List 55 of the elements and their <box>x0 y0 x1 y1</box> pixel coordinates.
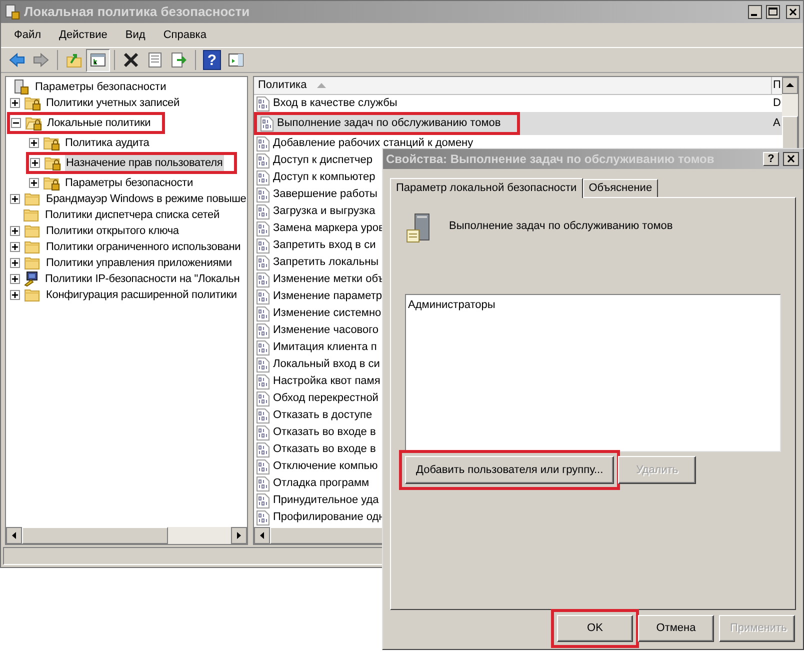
policy-name[interactable]: Обход перекрестной <box>273 390 378 407</box>
policy-title: Выполнение задач по обслуживанию томов <box>449 219 673 234</box>
dialog-button[interactable]: OK <box>557 615 633 642</box>
tree-item[interactable]: Политики открытого ключа <box>45 222 180 240</box>
policy-name[interactable]: Добавление рабочих станций к домену <box>273 135 474 152</box>
policy-name[interactable]: Доступ к компьютер <box>273 169 376 186</box>
help-button[interactable]: ? <box>203 50 221 70</box>
menu-item[interactable]: Справка <box>154 26 216 44</box>
selected-row-highlight[interactable]: Выполнение задач по обслуживанию томов A <box>254 112 782 135</box>
tree-item[interactable]: Политики диспетчера списка сетей <box>44 206 220 224</box>
policy-name[interactable]: Доступ к диспетчер <box>273 152 373 169</box>
dialog-button[interactable]: Отмена <box>638 615 714 642</box>
tree-item[interactable]: Параметры безопасности <box>64 174 194 192</box>
tree-item[interactable]: Брандмауэр Windows в режиме повыше <box>45 190 248 208</box>
dialog-tab[interactable]: Параметр локальной безопасности <box>390 178 583 198</box>
menu-item[interactable]: Файл <box>5 26 50 44</box>
policy-name[interactable]: Принудительное уда <box>273 492 379 509</box>
tree-item[interactable]: Политики учетных записей <box>45 94 181 112</box>
column-header[interactable]: Политика <box>254 77 772 95</box>
policy-name[interactable]: Отказать в доступе <box>273 407 372 424</box>
policy-name[interactable]: Изменение параметр <box>273 288 382 305</box>
tree-item[interactable]: Политики ограниченного использовани <box>45 238 242 256</box>
policy-name[interactable]: Отказать во входе в <box>273 424 376 441</box>
tree-item[interactable]: Локальные политики <box>46 114 152 132</box>
policy-name[interactable]: Отказать во входе в <box>273 441 376 458</box>
policy-name[interactable]: Отладка программ <box>273 475 370 492</box>
policy-name[interactable]: Выполнение задач по обслуживанию томов <box>277 115 501 132</box>
menu-item[interactable]: Вид <box>116 26 154 44</box>
help-button[interactable]: ? <box>763 152 779 166</box>
policy-name[interactable]: Запретить вход в си <box>273 237 376 254</box>
tree-item[interactable]: Политики IP-безопасности на "Локальн <box>44 270 241 288</box>
policy-name[interactable]: Имитация клиента п <box>273 339 377 356</box>
column-header[interactable]: П <box>772 77 782 95</box>
policy-name[interactable]: Настройка квот памя <box>273 373 380 390</box>
policy-name[interactable]: Завершение работы <box>273 186 378 203</box>
table-cell-text: A <box>772 116 782 132</box>
tree-item[interactable]: Конфигурация расширенной политики <box>45 286 238 304</box>
window-title: Локальная политика безопасности <box>24 3 250 22</box>
policy-name[interactable]: Запретить локальны <box>273 254 379 271</box>
policy-name[interactable]: Загрузка и выгрузка <box>273 203 376 220</box>
policy-name[interactable]: Изменение часового <box>273 322 379 339</box>
dialog-tab[interactable]: Объяснение <box>582 179 658 197</box>
tree-item[interactable]: Политика аудита <box>64 134 150 152</box>
tree-item[interactable]: Политики управления приложениями <box>45 254 233 272</box>
dialog-button[interactable]: Добавить пользователя или группу... <box>405 456 614 484</box>
policy-name[interactable]: Отключение компью <box>273 458 378 475</box>
tree-root[interactable]: Параметры безопасности <box>35 78 166 96</box>
menu-item[interactable]: Действие <box>50 26 116 44</box>
policy-name[interactable]: Локальный вход в си <box>273 356 380 373</box>
table-cell-text: D <box>772 96 782 112</box>
policy-name[interactable]: Изменение системно <box>273 305 382 322</box>
member-item[interactable]: Администраторы <box>408 297 778 314</box>
policy-name[interactable]: Вход в качестве службы <box>273 95 398 112</box>
members-list[interactable]: Администраторы <box>405 294 781 452</box>
tree-item[interactable]: Назначение прав пользователя <box>65 154 224 172</box>
